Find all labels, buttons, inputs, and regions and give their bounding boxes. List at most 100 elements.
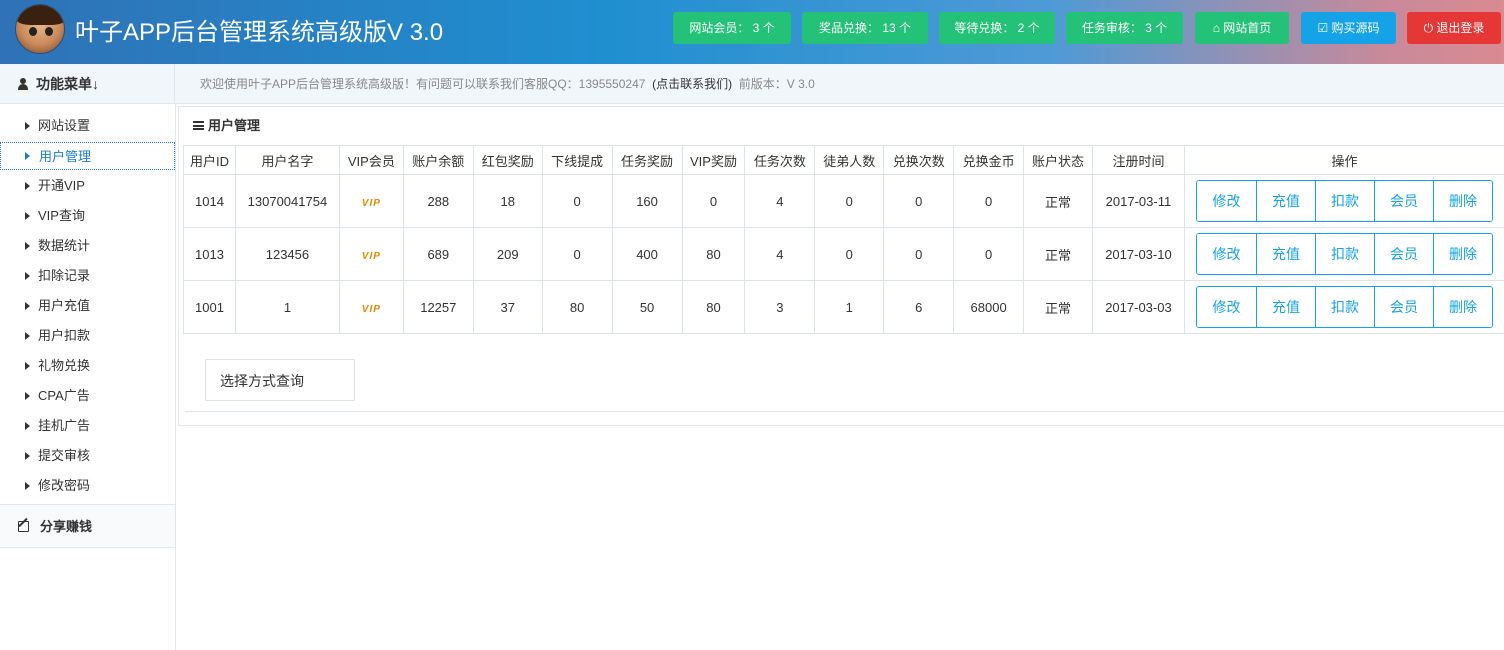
member-button[interactable]: 会员	[1373, 181, 1433, 221]
sidebar-share-earn[interactable]: 分享赚钱	[0, 504, 175, 548]
member-button[interactable]: 会员	[1373, 287, 1433, 327]
col-header: 账户余额	[402, 145, 474, 175]
cell-exchange-count: 0	[883, 174, 955, 228]
sub-bar: 功能菜单↓ 欢迎使用叶子APP后台管理系统高级版！有问题可以联系我们客服QQ：1…	[0, 64, 1504, 104]
caret-right-icon	[25, 242, 30, 250]
sidebar-item-gift-exchange[interactable]: 礼物兑换	[0, 352, 175, 380]
cell-commission: 0	[541, 227, 613, 281]
badge-task-review[interactable]: 任务审核： 3 个	[1066, 12, 1183, 44]
cell-task-reward: 160	[611, 174, 683, 228]
col-header: 操作	[1183, 145, 1504, 175]
caret-right-icon	[25, 302, 30, 310]
cell-commission: 80	[541, 280, 613, 334]
edit-button[interactable]: 修改	[1196, 234, 1256, 274]
cell-task-reward: 50	[611, 280, 683, 334]
sidebar-item-idle-ads[interactable]: 挂机广告	[0, 412, 175, 440]
delete-button[interactable]: 删除	[1432, 287, 1492, 327]
logout-button[interactable]: ⏻ 退出登录	[1407, 12, 1501, 44]
caret-right-icon	[25, 362, 30, 370]
cell-apprentices: 0	[814, 227, 885, 281]
recharge-button[interactable]: 充值	[1255, 181, 1315, 221]
edit-button[interactable]: 修改	[1196, 287, 1256, 327]
col-header: VIP奖励	[681, 145, 746, 175]
cell-commission: 0	[541, 174, 613, 228]
cell-task-count: 4	[744, 227, 816, 281]
delete-button[interactable]: 删除	[1432, 181, 1492, 221]
recharge-button[interactable]: 充值	[1255, 234, 1315, 274]
deduct-button[interactable]: 扣款	[1314, 181, 1374, 221]
sidebar-item-site-settings[interactable]: 网站设置	[0, 112, 175, 140]
badge-prize-exchange[interactable]: 奖品兑换： 13 个	[802, 12, 928, 44]
cell-redpack: 209	[472, 227, 543, 281]
cell-vip-reward: 80	[681, 227, 746, 281]
sidebar-item-user-management[interactable]: 用户管理	[0, 142, 175, 170]
home-icon: ⌂	[1212, 21, 1220, 35]
deduct-button[interactable]: 扣款	[1314, 287, 1374, 327]
deduct-button[interactable]: 扣款	[1314, 234, 1374, 274]
user-icon	[18, 78, 28, 90]
menu-title[interactable]: 功能菜单↓	[0, 64, 175, 104]
edit-button[interactable]: 修改	[1196, 181, 1256, 221]
sidebar-item-statistics[interactable]: 数据统计	[0, 232, 175, 260]
buy-source-button[interactable]: ☑ 购买源码	[1301, 12, 1396, 44]
panel-title: 用户管理	[179, 107, 1504, 145]
sidebar-item-open-vip[interactable]: 开通VIP	[0, 172, 175, 200]
cell-vip-reward: 0	[681, 174, 746, 228]
badge-site-members[interactable]: 网站会员： 3 个	[673, 12, 791, 44]
sidebar-item-deduct-records[interactable]: 扣除记录	[0, 262, 175, 290]
member-button[interactable]: 会员	[1373, 234, 1433, 274]
sidebar-item-cpa-ads[interactable]: CPA广告	[0, 382, 175, 410]
cell-reg-time: 2017-03-11	[1092, 174, 1185, 228]
user-management-panel: 用户管理 用户ID 用户名字 VIP会员 账户余额 红包奖励 下线提成 任务奖励…	[178, 106, 1504, 426]
vip-badge-icon: VIP	[361, 197, 381, 209]
sidebar-item-submit-review[interactable]: 提交审核	[0, 442, 175, 470]
cell-user-name: 1	[234, 280, 340, 334]
operation-button-group: 修改 充值 扣款 会员 删除	[1195, 233, 1493, 275]
caret-right-icon	[25, 392, 30, 400]
caret-right-icon	[25, 212, 30, 220]
col-header: 任务奖励	[611, 145, 683, 175]
users-table: 用户ID 用户名字 VIP会员 账户余额 红包奖励 下线提成 任务奖励 VIP奖…	[183, 145, 1504, 334]
sidebar-item-user-recharge[interactable]: 用户充值	[0, 292, 175, 320]
cell-exchange-count: 6	[883, 280, 955, 334]
badge-pending-exchange[interactable]: 等待兑换： 2 个	[939, 12, 1055, 44]
cell-redpack: 18	[472, 174, 543, 228]
cell-vip-reward: 80	[681, 280, 746, 334]
caret-right-icon	[25, 452, 30, 460]
caret-right-icon	[25, 422, 30, 430]
table-row: 1013 123456 VIP 689 209 0 400 80 4 0 0 0…	[183, 227, 1504, 281]
cell-task-count: 4	[744, 174, 816, 228]
recharge-button[interactable]: 充值	[1255, 287, 1315, 327]
col-header: VIP会员	[338, 145, 404, 175]
sidebar-item-user-deduct[interactable]: 用户扣款	[0, 322, 175, 350]
cell-task-reward: 400	[611, 227, 683, 281]
caret-right-icon	[25, 122, 30, 130]
cell-exchange-coins: 0	[953, 174, 1025, 228]
col-header: 兑换次数	[883, 145, 955, 175]
cell-status: 正常	[1023, 227, 1093, 281]
cell-balance: 12257	[402, 280, 474, 334]
cell-reg-time: 2017-03-10	[1092, 227, 1185, 281]
checkbox-icon: ☑	[1317, 21, 1329, 35]
col-header: 下线提成	[541, 145, 613, 175]
home-button[interactable]: ⌂ 网站首页	[1195, 12, 1289, 44]
vip-badge-icon: VIP	[361, 303, 381, 315]
cell-status: 正常	[1023, 174, 1093, 228]
cell-user-id: 1001	[183, 280, 236, 334]
sidebar-item-vip-query[interactable]: VIP查询	[0, 202, 175, 230]
cell-status: 正常	[1023, 280, 1093, 334]
table-row: 1001 1 VIP 12257 37 80 50 80 3 1 6 68000…	[183, 280, 1504, 334]
query-method-select[interactable]: 选择方式查询	[205, 359, 355, 401]
sidebar: 网站设置 用户管理 开通VIP VIP查询 数据统计 扣除记录 用户充值 用户扣…	[0, 104, 176, 650]
cell-operations: 修改 充值 扣款 会员 删除	[1183, 174, 1504, 228]
contact-link[interactable]: (点击联系我们)	[652, 77, 732, 91]
edit-icon	[18, 521, 29, 532]
delete-button[interactable]: 删除	[1432, 234, 1492, 274]
sidebar-item-change-password[interactable]: 修改密码	[0, 472, 175, 500]
col-header: 任务次数	[744, 145, 816, 175]
cell-exchange-coins: 68000	[953, 280, 1025, 334]
cell-user-id: 1014	[183, 174, 236, 228]
power-icon: ⏻	[1423, 21, 1434, 35]
cell-user-name: 123456	[234, 227, 340, 281]
col-header: 账户状态	[1023, 145, 1093, 175]
